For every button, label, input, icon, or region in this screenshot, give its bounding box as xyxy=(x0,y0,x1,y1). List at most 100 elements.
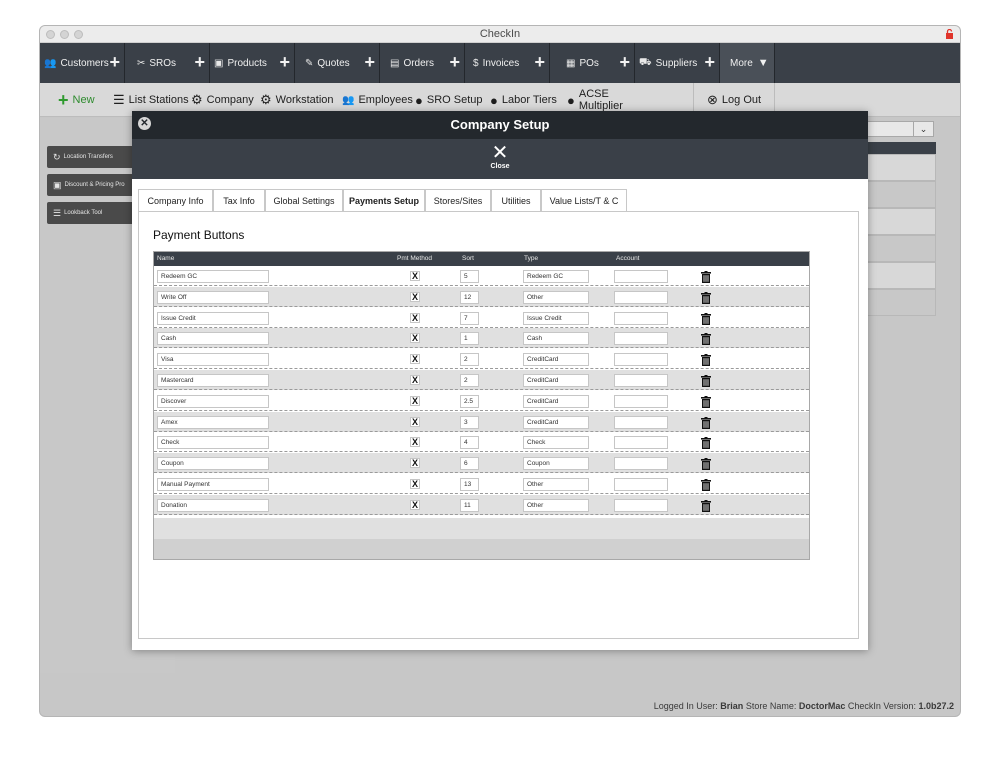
trash-icon[interactable] xyxy=(701,353,711,367)
trash-icon[interactable] xyxy=(701,312,711,325)
pmt-method-checkbox[interactable]: X xyxy=(410,479,420,489)
background-dropdown[interactable]: ⌄ xyxy=(866,121,934,137)
trash-icon[interactable] xyxy=(701,374,711,387)
trash-icon[interactable] xyxy=(701,291,711,304)
sort-field[interactable]: 2.5 xyxy=(460,394,479,408)
sort-field[interactable]: 1 xyxy=(460,332,479,346)
account-field[interactable] xyxy=(614,353,668,367)
nav-products[interactable]: ▣ Products + xyxy=(210,43,295,83)
name-field[interactable]: Coupon xyxy=(157,457,269,471)
sort-field[interactable]: 13 xyxy=(460,478,479,491)
pmt-method-checkbox[interactable]: X xyxy=(410,375,420,385)
pmt-method-checkbox[interactable]: X xyxy=(410,333,420,344)
sort-field[interactable]: 2 xyxy=(460,353,479,367)
add-customer-button[interactable]: + xyxy=(109,52,120,72)
pmt-method-checkbox[interactable]: X xyxy=(410,395,420,406)
nav-more[interactable]: More ▼ xyxy=(720,43,775,83)
account-field[interactable] xyxy=(614,415,668,429)
close-button[interactable]: ✕ Close xyxy=(482,143,518,177)
tab-value-lists[interactable]: Value Lists/T & C xyxy=(541,189,627,211)
nav-invoices[interactable]: $ Invoices + xyxy=(465,43,550,83)
add-po-button[interactable]: + xyxy=(619,52,630,72)
sort-field[interactable]: 4 xyxy=(460,436,479,450)
trash-icon[interactable] xyxy=(701,436,711,450)
account-field[interactable] xyxy=(614,457,668,471)
account-field[interactable] xyxy=(614,478,668,491)
account-field[interactable] xyxy=(614,332,668,346)
name-field[interactable]: Amex xyxy=(157,415,269,429)
sort-field[interactable]: 11 xyxy=(460,498,479,512)
discount-pricing-button[interactable]: ▣ Discount & Pricing Pro xyxy=(47,174,137,196)
tab-utilities[interactable]: Utilities xyxy=(491,189,541,211)
account-field[interactable] xyxy=(614,290,668,304)
add-supplier-button[interactable]: + xyxy=(704,52,715,72)
account-field[interactable] xyxy=(614,394,668,408)
location-transfers-button[interactable]: ↻ Location Transfers xyxy=(47,146,137,168)
nav-quotes[interactable]: ✎ Quotes + xyxy=(295,43,380,83)
account-field[interactable] xyxy=(614,270,668,283)
new-button[interactable]: + New xyxy=(58,83,95,117)
trash-icon[interactable] xyxy=(701,332,711,346)
name-field[interactable]: Visa xyxy=(157,353,269,367)
type-field[interactable]: Cash xyxy=(523,332,589,346)
trash-icon[interactable] xyxy=(701,270,711,283)
name-field[interactable]: Donation xyxy=(157,498,269,512)
add-order-button[interactable]: + xyxy=(449,52,460,72)
type-field[interactable]: Coupon xyxy=(523,457,589,471)
trash-icon[interactable] xyxy=(701,457,711,471)
pmt-method-checkbox[interactable]: X xyxy=(410,291,420,302)
tab-payments-setup[interactable]: Payments Setup xyxy=(343,189,425,211)
account-field[interactable] xyxy=(614,436,668,450)
sort-field[interactable]: 5 xyxy=(460,270,479,283)
sort-field[interactable]: 3 xyxy=(460,415,479,429)
type-field[interactable]: CreditCard xyxy=(523,394,589,408)
type-field[interactable]: CreditCard xyxy=(523,415,589,429)
add-quote-button[interactable]: + xyxy=(364,52,375,72)
pmt-method-checkbox[interactable]: X xyxy=(410,437,420,448)
type-field[interactable]: Other xyxy=(523,478,589,491)
add-product-button[interactable]: + xyxy=(279,52,290,72)
tab-company-info[interactable]: Company Info xyxy=(138,189,213,211)
add-invoice-button[interactable]: + xyxy=(534,52,545,72)
type-field[interactable]: Other xyxy=(523,498,589,512)
name-field[interactable]: Discover xyxy=(157,394,269,408)
trash-icon[interactable] xyxy=(701,478,711,491)
nav-pos[interactable]: ▦ POs + xyxy=(550,43,635,83)
type-field[interactable]: Redeem GC xyxy=(523,270,589,283)
pmt-method-checkbox[interactable]: X xyxy=(410,499,420,510)
account-field[interactable] xyxy=(614,374,668,387)
pmt-method-checkbox[interactable]: X xyxy=(410,354,420,365)
type-field[interactable]: Issue Credit xyxy=(523,311,589,325)
nav-sros[interactable]: ✂ SROs + xyxy=(125,43,210,83)
sort-field[interactable]: 7 xyxy=(460,311,479,325)
sort-field[interactable]: 6 xyxy=(460,457,479,471)
pmt-method-checkbox[interactable]: X xyxy=(410,271,420,281)
name-field[interactable]: Manual Payment xyxy=(157,478,269,491)
tab-stores-sites[interactable]: Stores/Sites xyxy=(425,189,491,211)
sort-field[interactable]: 2 xyxy=(460,374,479,387)
pmt-method-checkbox[interactable]: X xyxy=(410,416,420,427)
type-field[interactable]: Other xyxy=(523,290,589,304)
pmt-method-checkbox[interactable]: X xyxy=(410,312,420,323)
add-sro-button[interactable]: + xyxy=(194,52,205,72)
name-field[interactable]: Issue Credit xyxy=(157,311,269,325)
name-field[interactable]: Write Off xyxy=(157,290,269,304)
lookback-tool-button[interactable]: ☰ Lookback Tool xyxy=(47,202,137,224)
trash-icon[interactable] xyxy=(701,416,711,429)
lock-icon[interactable] xyxy=(945,29,954,39)
nav-suppliers[interactable]: ⛟ Suppliers + xyxy=(635,43,720,83)
tab-tax-info[interactable]: Tax Info xyxy=(213,189,265,211)
nav-customers[interactable]: 👥 Customers + xyxy=(40,43,125,83)
pmt-method-checkbox[interactable]: X xyxy=(410,458,420,469)
trash-icon[interactable] xyxy=(701,499,711,512)
name-field[interactable]: Mastercard xyxy=(157,374,269,387)
tab-global-settings[interactable]: Global Settings xyxy=(265,189,343,211)
name-field[interactable]: Check xyxy=(157,436,269,450)
nav-orders[interactable]: ▤ Orders + xyxy=(380,43,465,83)
sort-field[interactable]: 12 xyxy=(460,290,479,304)
name-field[interactable]: Cash xyxy=(157,332,269,346)
account-field[interactable] xyxy=(614,311,668,325)
account-field[interactable] xyxy=(614,498,668,512)
type-field[interactable]: CreditCard xyxy=(523,353,589,367)
type-field[interactable]: CreditCard xyxy=(523,374,589,387)
